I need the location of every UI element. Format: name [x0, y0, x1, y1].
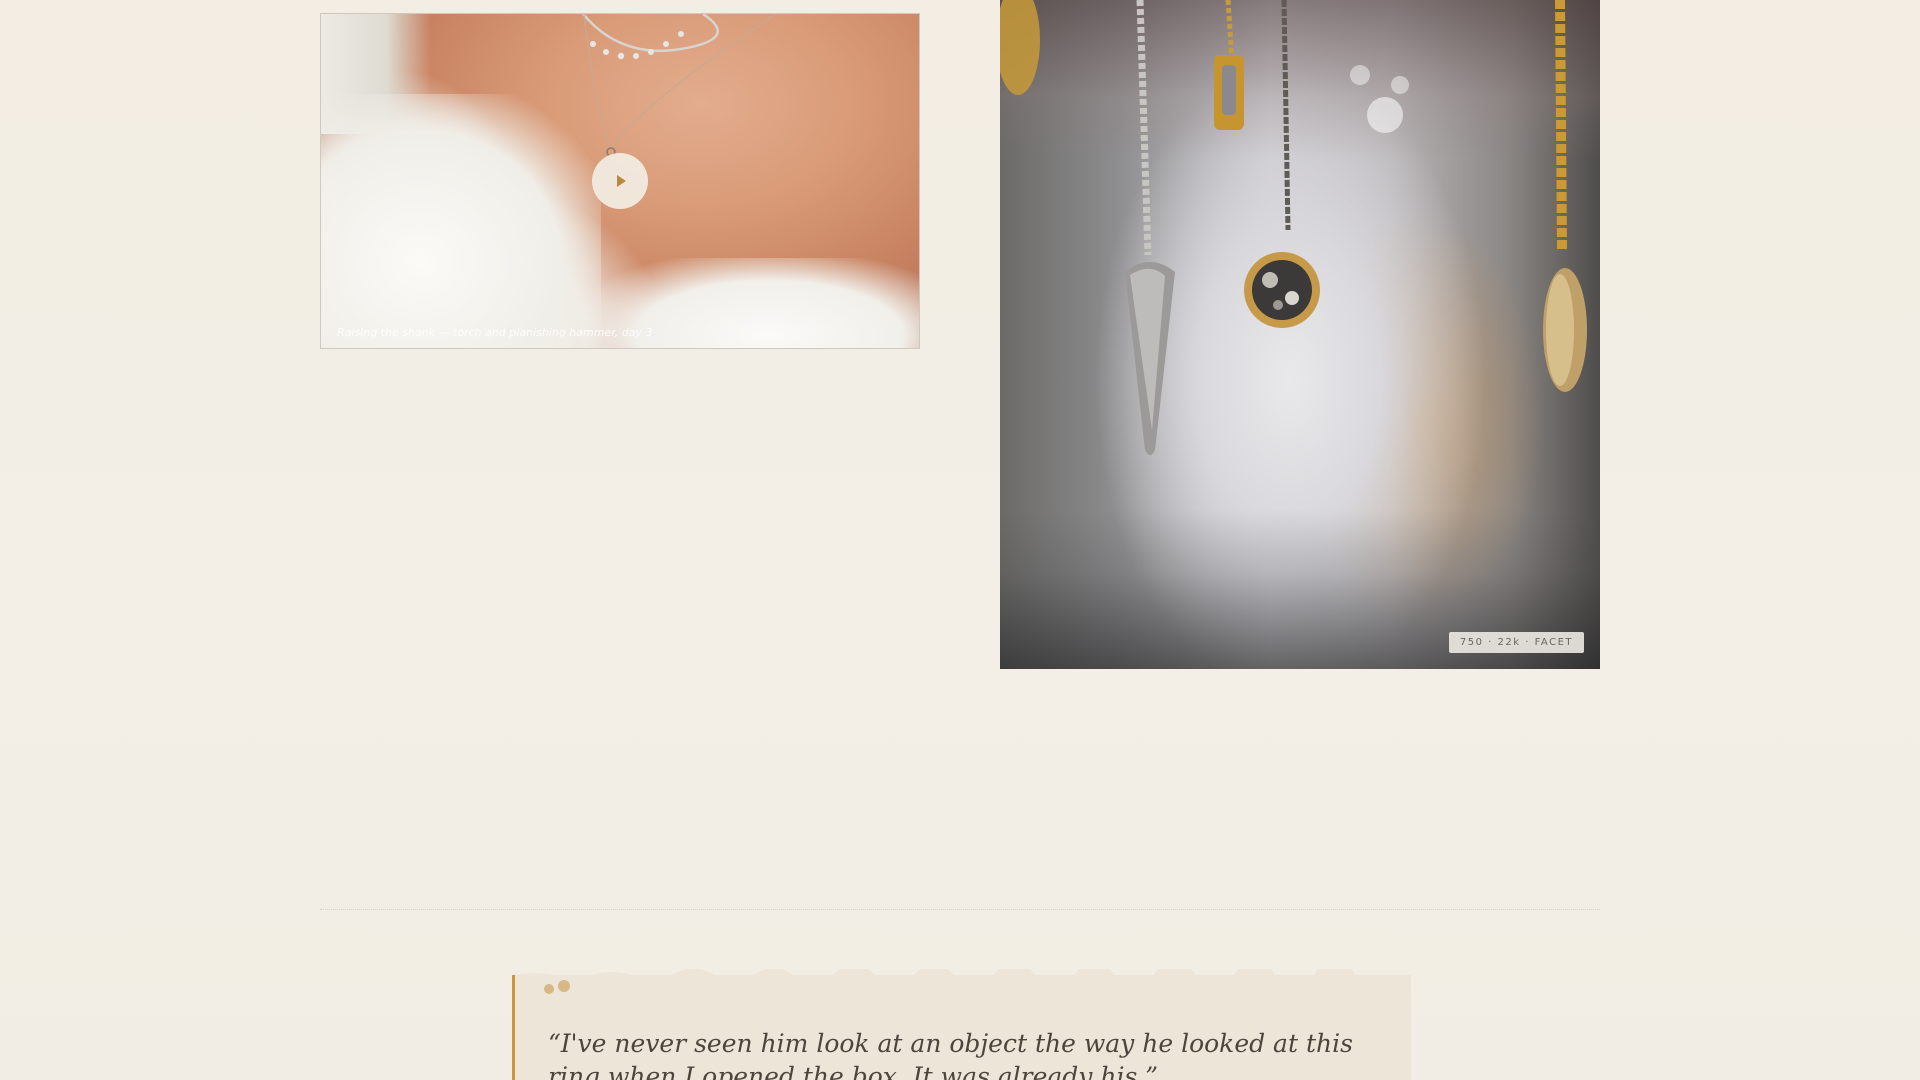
testimonial-quote: “I've never seen him look at an object t…: [548, 1029, 1353, 1080]
play-button[interactable]: [592, 153, 648, 209]
section-divider: [320, 909, 1600, 910]
quote-mark-icon: [544, 979, 574, 998]
play-icon: [617, 175, 626, 187]
torn-paper-edge: [515, 969, 1411, 983]
pendant-photo: 750 · 22k · FACET: [1000, 0, 1600, 669]
pendants-illustration: [1000, 0, 1587, 455]
video-caption: Raising the shank — torch and planishing…: [337, 326, 653, 339]
process-video[interactable]: Raising the shank — torch and planishing…: [320, 13, 920, 349]
testimonial-card: “I've never seen him look at an object t…: [512, 969, 1411, 1080]
karat-badge: 750 · 22k · FACET: [1448, 632, 1584, 653]
page: Raising the shank — torch and planishing…: [0, 0, 1920, 1080]
